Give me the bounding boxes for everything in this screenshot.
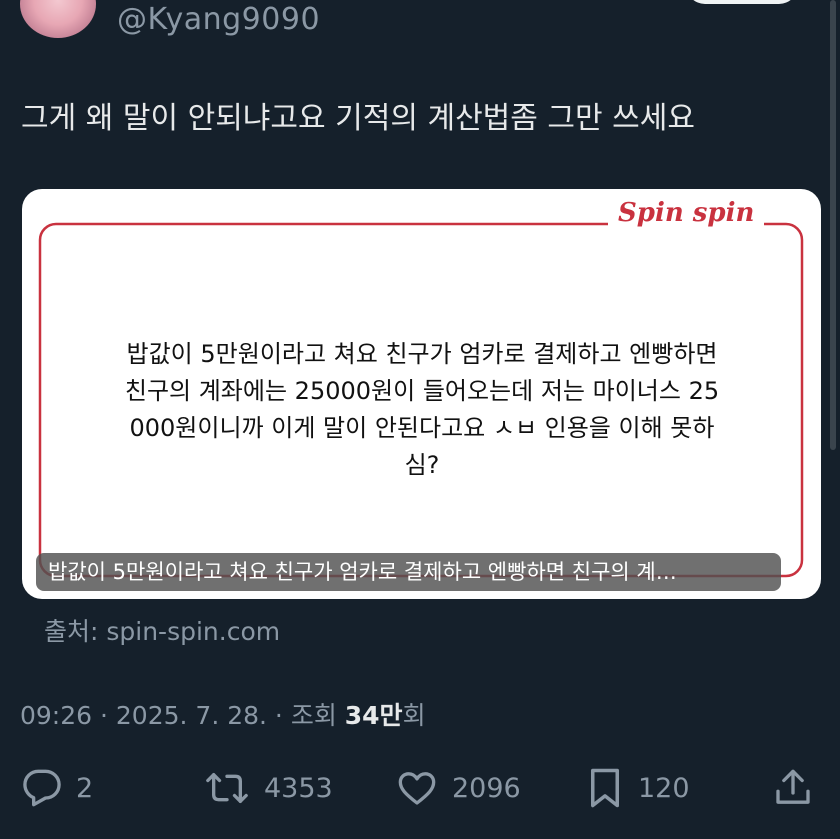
views-count: 34만 bbox=[344, 701, 403, 730]
share-icon bbox=[776, 769, 810, 804]
tweet-meta: 09:26 · 2025. 7. 28. · 조회 34만회 bbox=[20, 696, 426, 732]
scrollbar[interactable] bbox=[830, 0, 836, 450]
bookmark-count: 120 bbox=[638, 772, 690, 804]
source-link[interactable]: 출처: spin-spin.com bbox=[44, 612, 280, 648]
card-body-text: 밥값이 5만원이라고 쳐요 친구가 엄카로 결제하고 엔빵하면 친구의 계좌에는… bbox=[72, 336, 772, 484]
tweet-text: 그게 왜 말이 안되냐고요 기적의 계산법좀 그만 쓰세요 bbox=[21, 101, 695, 136]
reply-button[interactable]: 2 bbox=[22, 765, 93, 811]
meta-separator: · bbox=[92, 701, 116, 730]
bookmark-icon bbox=[591, 768, 619, 808]
follow-button[interactable] bbox=[686, 0, 798, 4]
card-line: 000원이니까 이게 말이 안된다고요 ㅅㅂ 인용을 이해 못하 bbox=[129, 414, 715, 442]
share-button[interactable] bbox=[773, 765, 813, 811]
card-line: 친구의 계좌에는 25000원이 들어오는데 저는 마이너스 25 bbox=[124, 377, 720, 405]
retweet-icon bbox=[206, 773, 248, 803]
meta-separator: · bbox=[266, 701, 291, 730]
card-line: 밥값이 5만원이라고 쳐요 친구가 엄카로 결제하고 엔빵하면 bbox=[126, 340, 718, 368]
card-line: 심? bbox=[404, 451, 440, 479]
image-caption: 밥값이 5만원이라고 쳐요 친구가 엄카로 결제하고 엔빵하면 친구의 계… bbox=[36, 553, 781, 591]
card-brand-logo: Spin spin bbox=[608, 198, 765, 228]
retweet-button[interactable]: 4353 bbox=[204, 765, 333, 811]
bookmark-button[interactable]: 120 bbox=[586, 765, 690, 811]
action-bar: 2 4353 2096 120 bbox=[0, 765, 840, 815]
tweet-time[interactable]: 09:26 bbox=[20, 701, 92, 730]
reply-count: 2 bbox=[76, 772, 94, 804]
retweet-count: 4353 bbox=[264, 772, 333, 804]
tweet-date[interactable]: 2025. 7. 28. bbox=[116, 701, 267, 730]
views-label: 조회 bbox=[290, 701, 345, 730]
avatar[interactable] bbox=[20, 0, 96, 38]
like-button[interactable]: 2096 bbox=[396, 765, 521, 811]
views-suffix: 회 bbox=[402, 701, 426, 730]
like-icon bbox=[398, 772, 436, 805]
reply-icon bbox=[23, 769, 61, 807]
like-count: 2096 bbox=[452, 772, 521, 804]
quote-card-image[interactable]: Spin spin 밥값이 5만원이라고 쳐요 친구가 엄카로 결제하고 엔빵하… bbox=[22, 189, 821, 599]
user-handle[interactable]: @Kyang9090 bbox=[117, 2, 320, 37]
